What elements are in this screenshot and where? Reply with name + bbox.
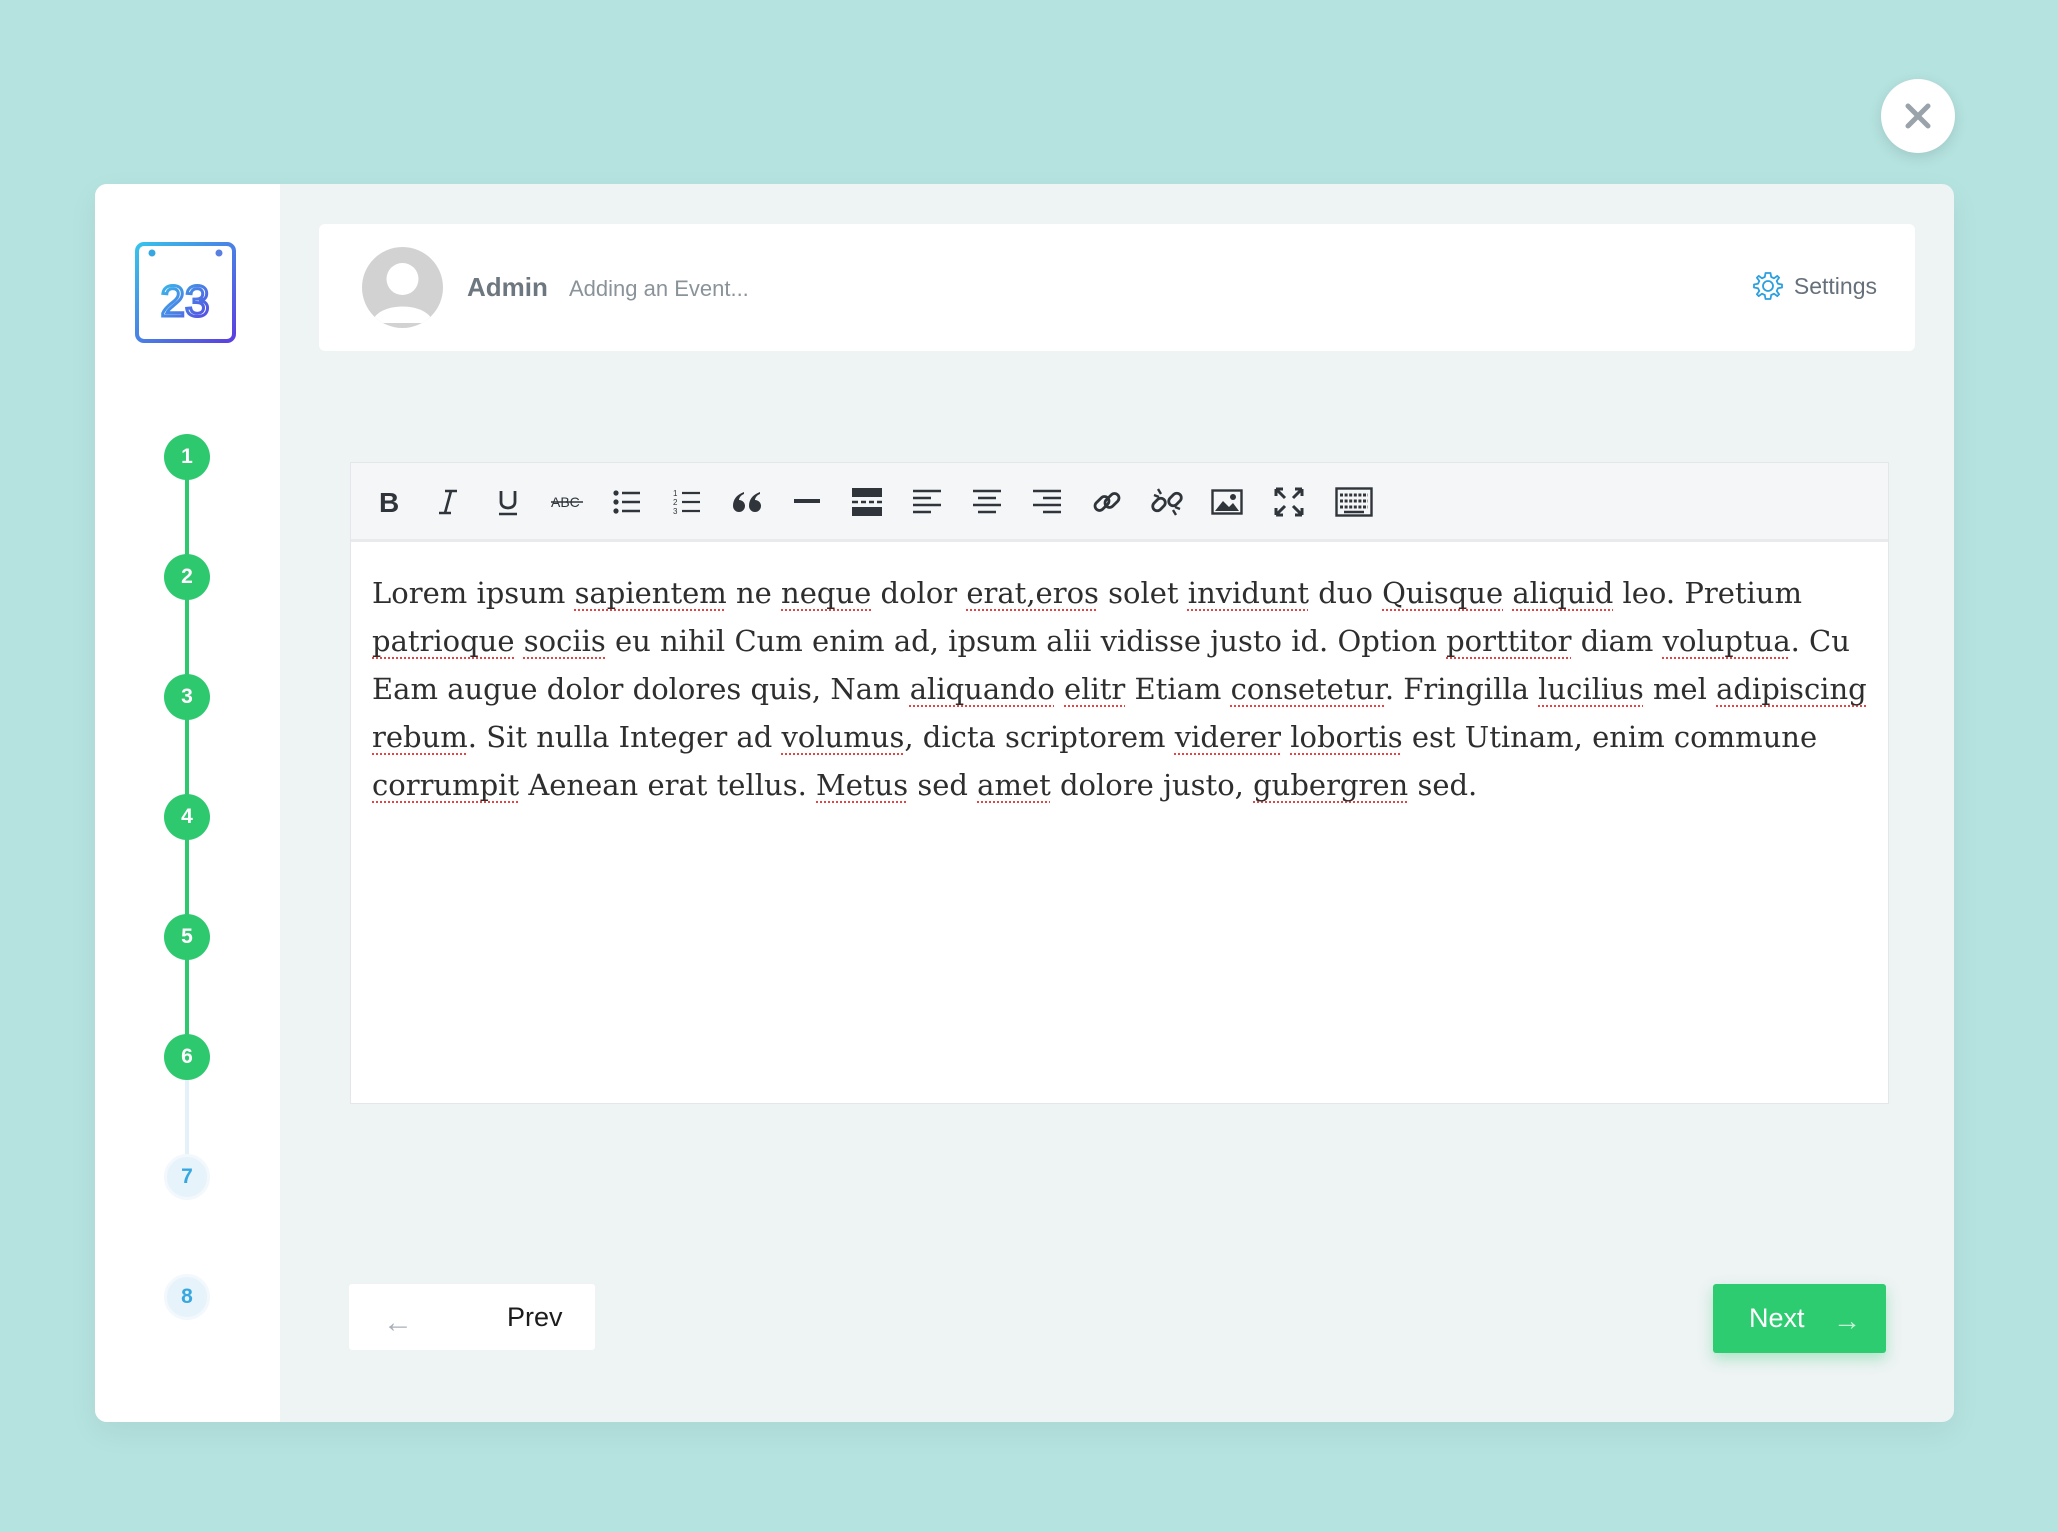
misspelled-word[interactable]: elitr (1064, 672, 1125, 706)
svg-text:1: 1 (673, 489, 678, 498)
misspelled-word[interactable]: Quisque (1382, 576, 1503, 610)
misspelled-word[interactable]: erat,eros (966, 576, 1099, 610)
image-icon[interactable] (1207, 482, 1247, 522)
step-line-done (185, 456, 189, 1056)
editor-toolbar: B ABC 123 (351, 463, 1888, 542)
misspelled-word[interactable]: porttitor (1446, 624, 1571, 658)
misspelled-word[interactable]: adipiscing (1716, 672, 1867, 706)
underline-icon[interactable] (488, 482, 528, 522)
settings-label: Settings (1793, 272, 1877, 299)
step-2[interactable]: 2 (164, 554, 210, 600)
misspelled-word[interactable]: invidunt (1188, 576, 1309, 610)
prev-label: Prev (507, 1302, 563, 1332)
fullscreen-icon[interactable] (1269, 482, 1309, 522)
step-progress: 1 2 3 4 5 6 7 8 (95, 184, 280, 1422)
misspelled-word[interactable]: volumus (781, 720, 904, 754)
misspelled-word[interactable]: voluptua (1663, 624, 1791, 658)
next-button[interactable]: Next → (1713, 1284, 1886, 1353)
editor-content[interactable]: Lorem ipsum sapientem ne neque dolor era… (372, 569, 1868, 809)
unlink-icon[interactable] (1147, 482, 1187, 522)
quote-icon[interactable] (727, 482, 767, 522)
rich-text-editor: B ABC 123 Lorem ipsum sapientem ne neque… (350, 462, 1889, 1104)
step-8[interactable]: 8 (164, 1274, 210, 1320)
keyboard-icon[interactable] (1334, 482, 1374, 522)
link-icon[interactable] (1087, 482, 1127, 522)
svg-text:B: B (379, 488, 399, 516)
step-3[interactable]: 3 (164, 674, 210, 720)
italic-icon[interactable] (428, 482, 468, 522)
misspelled-word[interactable]: lobortis (1290, 720, 1402, 754)
horizontal-rule-icon[interactable] (787, 482, 827, 522)
gear-icon (1752, 272, 1783, 300)
step-1[interactable]: 1 (164, 434, 210, 480)
misspelled-word[interactable]: sociis (524, 624, 606, 658)
misspelled-word[interactable]: aliquid (1512, 576, 1613, 610)
step-6[interactable]: 6 (164, 1034, 210, 1080)
close-icon (1905, 103, 1931, 129)
close-button[interactable] (1881, 79, 1955, 153)
misspelled-word[interactable]: amet (977, 768, 1051, 802)
page-break-icon[interactable] (847, 482, 887, 522)
misspelled-word[interactable]: sapientem (575, 576, 727, 610)
svg-text:3: 3 (673, 507, 678, 516)
bold-icon[interactable]: B (369, 482, 409, 522)
user-name[interactable]: Admin (467, 272, 548, 303)
numbered-list-icon[interactable]: 123 (667, 482, 707, 522)
align-center-icon[interactable] (967, 482, 1007, 522)
editor-paragraph: Lorem ipsum sapientem ne neque dolor era… (372, 576, 1867, 802)
misspelled-word[interactable]: patrioque (372, 624, 515, 658)
align-right-icon[interactable] (1027, 482, 1067, 522)
step-4[interactable]: 4 (164, 794, 210, 840)
misspelled-word[interactable]: rebum (372, 720, 468, 754)
next-label: Next (1749, 1303, 1805, 1333)
misspelled-word[interactable]: viderer (1175, 720, 1281, 754)
step-7[interactable]: 7 (164, 1154, 210, 1200)
misspelled-word[interactable]: gubergren (1253, 768, 1408, 802)
misspelled-word[interactable]: corrumpit (372, 768, 519, 802)
svg-text:2: 2 (673, 498, 678, 507)
misspelled-word[interactable]: aliquando (910, 672, 1055, 706)
misspelled-word[interactable]: consetetur (1231, 672, 1385, 706)
misspelled-word[interactable]: lucilius (1538, 672, 1644, 706)
bullet-list-icon[interactable] (607, 482, 647, 522)
status-text: Adding an Event... (569, 276, 749, 301)
arrow-left-icon: ← (383, 1306, 413, 1339)
settings-button[interactable]: Settings (1752, 270, 1877, 302)
avatar[interactable] (362, 247, 443, 328)
strikethrough-icon[interactable]: ABC (548, 482, 588, 522)
align-left-icon[interactable] (907, 482, 947, 522)
misspelled-word[interactable]: neque (781, 576, 871, 610)
prev-button[interactable]: ← Prev (349, 1284, 595, 1350)
arrow-right-icon: → (1833, 1305, 1861, 1336)
sidebar: 2 3 1 2 3 4 5 6 7 8 (95, 184, 280, 1422)
wizard-modal: 23 12345678 Admin Adding an Event... Set… (95, 184, 1954, 1422)
step-5[interactable]: 5 (164, 914, 210, 960)
header-card: Admin Adding an Event... Settings (319, 224, 1915, 351)
misspelled-word[interactable]: Metus (816, 768, 908, 802)
